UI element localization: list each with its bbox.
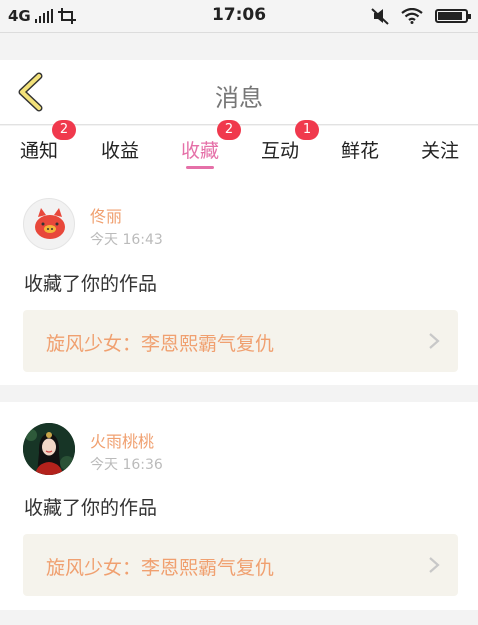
tab-badge: 2 xyxy=(217,120,241,140)
top-spacer xyxy=(0,32,478,60)
active-tab-indicator xyxy=(186,166,214,169)
tab-label: 通知 xyxy=(20,140,59,162)
tab-badge: 2 xyxy=(52,120,76,140)
tab-bar: 通知 2 收益 收藏 2 互动 1 鲜花 关注 xyxy=(0,120,478,178)
timestamp: 今天 16:36 xyxy=(90,457,163,473)
user-name[interactable]: 佟丽 xyxy=(90,203,122,227)
tab-label: 互动 xyxy=(261,140,300,162)
nav-header: 消息 xyxy=(0,60,478,125)
user-name[interactable]: 火雨桃桃 xyxy=(90,428,154,452)
work-title: 旋风少女：李恩熙霸气复仇 xyxy=(46,333,275,355)
mute-icon xyxy=(371,8,389,25)
battery-level xyxy=(438,12,462,20)
message-card: 佟丽 今天 16:43 收藏了你的作品 旋风少女：李恩熙霸气复仇 xyxy=(0,178,478,385)
status-bar: 4G 17:06 xyxy=(0,0,478,32)
wifi-icon xyxy=(401,8,423,24)
chevron-right-icon xyxy=(429,333,440,349)
work-title: 旋风少女：李恩熙霸气复仇 xyxy=(46,557,275,579)
tab-interactions[interactable]: 互动 1 xyxy=(261,120,319,178)
chevron-right-icon xyxy=(429,557,440,573)
work-link[interactable]: 旋风少女：李恩熙霸气复仇 xyxy=(23,534,458,596)
page-title: 消息 xyxy=(215,84,263,112)
message-text: 收藏了你的作品 xyxy=(24,497,158,519)
tab-flowers[interactable]: 鲜花 xyxy=(341,126,381,178)
tab-favorites[interactable]: 收藏 2 xyxy=(181,120,241,178)
avatar[interactable] xyxy=(23,198,75,250)
avatar[interactable] xyxy=(23,423,75,475)
timestamp: 今天 16:43 xyxy=(90,232,163,248)
tab-label: 收藏 xyxy=(181,140,220,162)
work-link[interactable]: 旋风少女：李恩熙霸气复仇 xyxy=(23,310,458,372)
tab-notifications[interactable]: 通知 2 xyxy=(20,120,76,178)
tab-following[interactable]: 关注 xyxy=(421,126,461,178)
tab-label: 收益 xyxy=(101,140,140,162)
portrait-avatar-icon xyxy=(23,423,75,475)
tab-label: 关注 xyxy=(421,140,460,162)
pig-avatar-icon xyxy=(35,208,65,239)
message-card: 火雨桃桃 今天 16:36 收藏了你的作品 旋风少女：李恩熙霸气复仇 xyxy=(0,402,478,610)
tab-label: 鲜花 xyxy=(341,140,380,162)
message-text: 收藏了你的作品 xyxy=(24,273,158,295)
status-right xyxy=(371,6,471,26)
tab-badge: 1 xyxy=(295,120,319,140)
tab-earnings[interactable]: 收益 xyxy=(101,126,141,178)
battery-icon xyxy=(435,9,471,23)
